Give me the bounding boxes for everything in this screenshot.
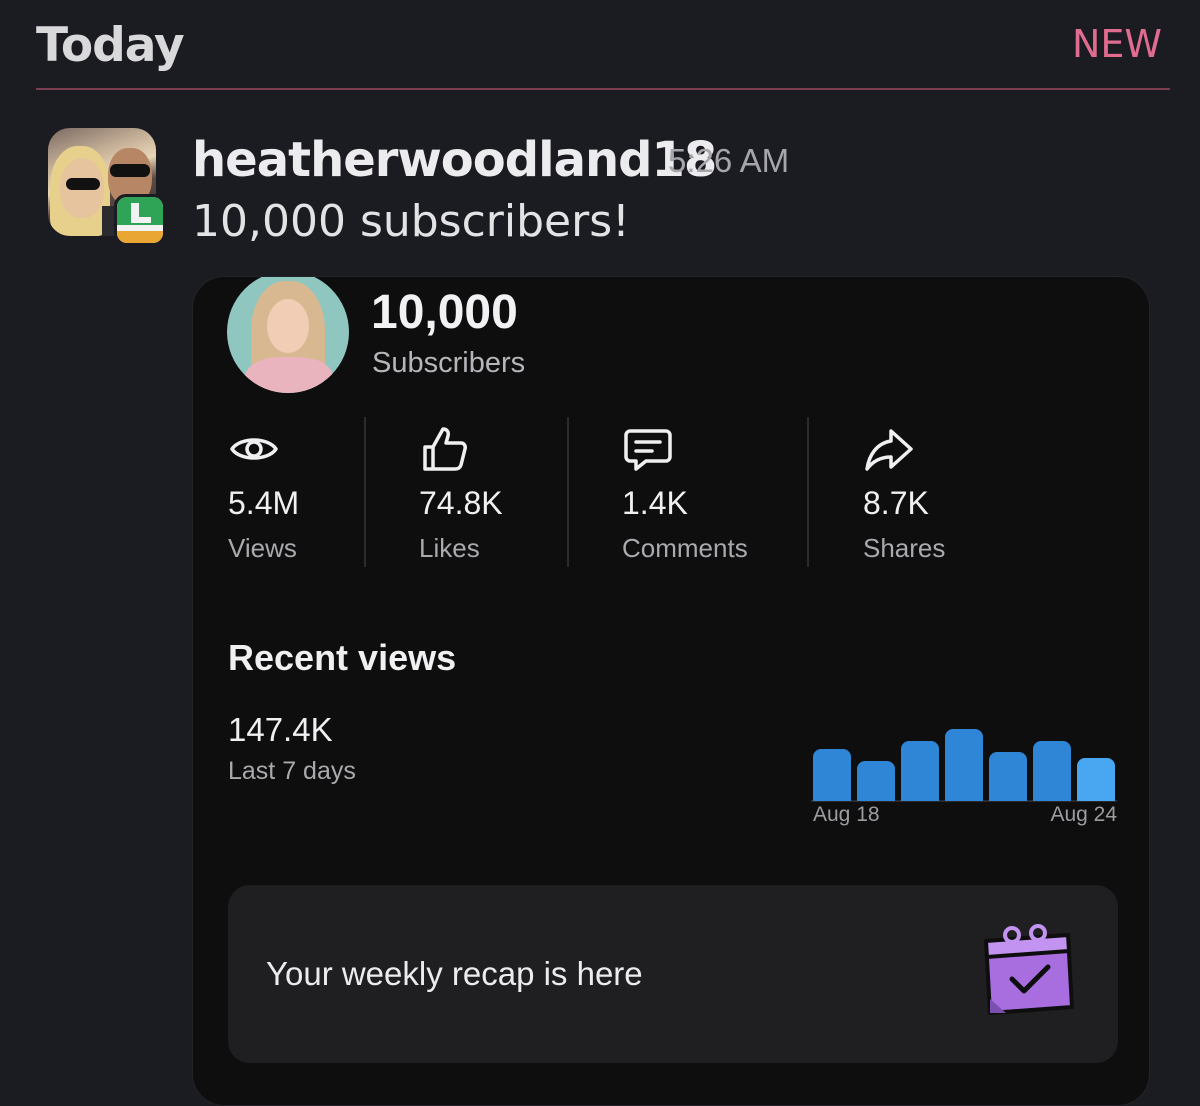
weekly-recap-banner[interactable]: Your weekly recap is here bbox=[228, 885, 1118, 1063]
stat-value: 5.4M bbox=[228, 485, 300, 521]
share-icon bbox=[865, 429, 913, 471]
divider bbox=[567, 417, 569, 567]
x-tick-label: Aug 24 bbox=[1050, 803, 1117, 826]
weekly-recap-text: Your weekly recap is here bbox=[266, 955, 643, 992]
recent-views-period: Last 7 days bbox=[228, 757, 356, 785]
page-title: Today bbox=[36, 18, 185, 73]
chart-bar bbox=[813, 749, 851, 801]
username[interactable]: heatherwoodland18 bbox=[192, 132, 717, 188]
header: Today NEW bbox=[36, 0, 1170, 90]
stat-value: 1.4K bbox=[622, 485, 688, 521]
chart-bar bbox=[857, 761, 895, 801]
chart-bar bbox=[1033, 741, 1071, 801]
chart-bar bbox=[989, 752, 1027, 801]
chart-bar bbox=[1077, 758, 1115, 801]
divider bbox=[807, 417, 809, 567]
notification-message: 10,000 subscribers! bbox=[192, 196, 630, 247]
milestone-card[interactable]: 10,000 Subscribers 5.4M Views 74.8K Like… bbox=[192, 276, 1150, 1106]
subscribers-label: Subscribers bbox=[372, 347, 526, 379]
thumbs-up-icon bbox=[423, 427, 467, 471]
stat-value: 8.7K bbox=[863, 485, 929, 521]
app-badge-icon bbox=[114, 194, 166, 246]
stat-label: Shares bbox=[863, 533, 946, 563]
chart-bar bbox=[945, 729, 983, 801]
timestamp: 5:26 AM bbox=[668, 142, 790, 179]
stat-label: Comments bbox=[622, 533, 748, 563]
profile-picture bbox=[227, 277, 349, 393]
comment-icon bbox=[624, 429, 672, 471]
recent-views-title: Recent views bbox=[228, 637, 457, 678]
subscribers-count: 10,000 bbox=[371, 286, 518, 339]
x-tick-label: Aug 18 bbox=[813, 803, 880, 826]
recent-views-chart: Aug 18 Aug 24 bbox=[811, 697, 1121, 827]
stat-label: Likes bbox=[419, 533, 480, 563]
divider bbox=[364, 417, 366, 567]
eye-icon bbox=[230, 438, 278, 460]
stat-label: Views bbox=[228, 533, 297, 563]
recent-views-value: 147.4K bbox=[228, 711, 333, 748]
chart-bar bbox=[901, 741, 939, 801]
new-label: NEW bbox=[1071, 22, 1162, 66]
calendar-check-icon bbox=[984, 924, 1074, 1015]
stat-value: 74.8K bbox=[419, 485, 503, 521]
